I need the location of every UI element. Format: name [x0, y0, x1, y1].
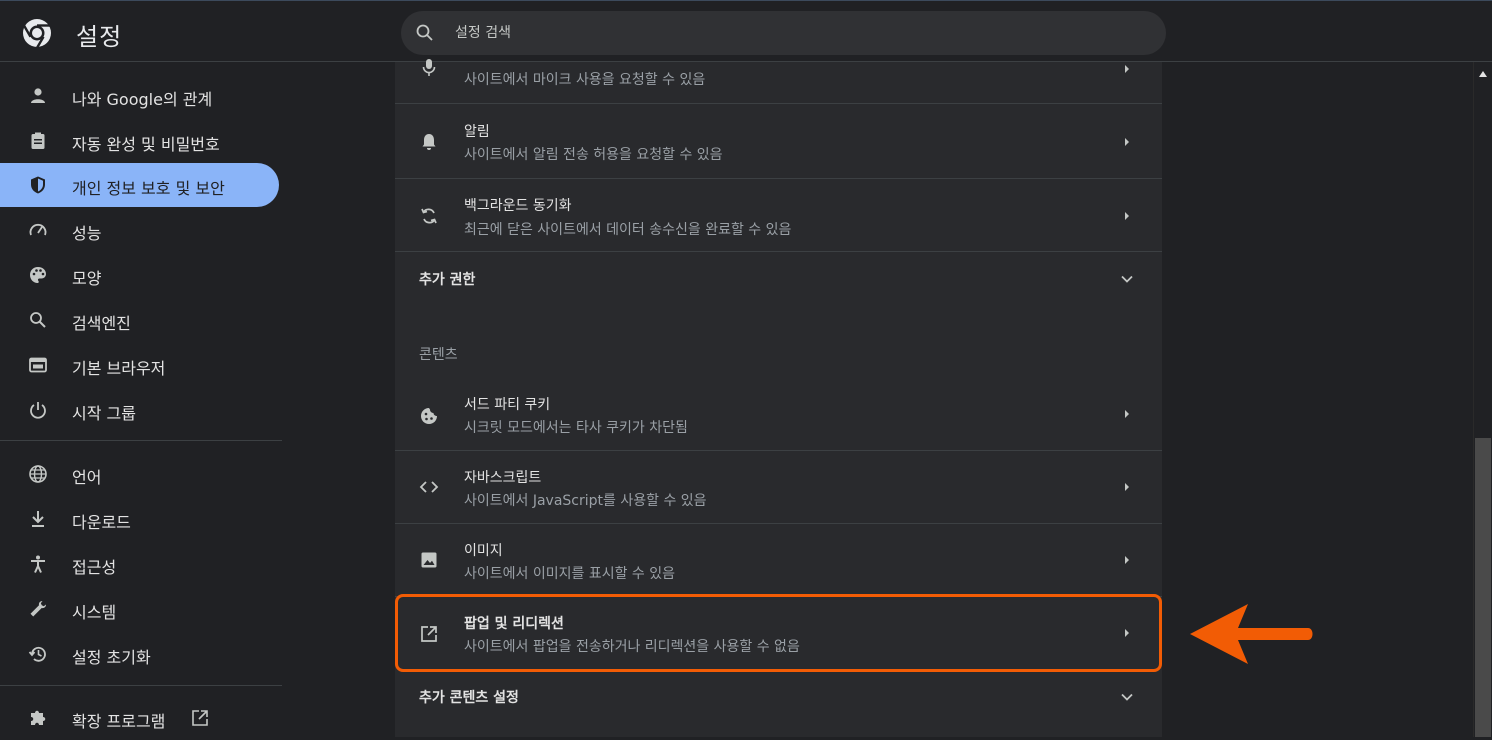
- chrome-logo-icon: [23, 19, 51, 48]
- row-title: 자바스크립트: [464, 470, 542, 486]
- puzzle-icon: [31, 710, 46, 725]
- microphone-icon: [422, 59, 436, 76]
- chevron-down-icon: [1121, 693, 1133, 701]
- sidebar-item-label: 모양: [72, 269, 102, 288]
- row-title: 서드 파티 쿠키: [464, 397, 551, 413]
- row-subtitle: 시크릿 모드에서는 타사 쿠키가 차단됨: [464, 420, 688, 436]
- sidebar-item-label: 접근성: [72, 558, 117, 577]
- chevron-right-icon: [1125, 483, 1129, 491]
- search-input[interactable]: [453, 21, 1137, 45]
- microphone-row[interactable]: 사이트에서 마이크 사용을 요청할 수 있음: [395, 50, 1162, 104]
- additional-content-settings-label: 추가 콘텐츠 설정: [419, 690, 519, 706]
- code-icon: [419, 481, 439, 493]
- sidebar-item-label: 검색엔진: [72, 314, 131, 333]
- sidebar-item-extensions[interactable]: 확장 프로그램: [0, 696, 279, 740]
- globe-icon: [29, 465, 47, 483]
- sidebar: 나와 Google의 관계 자동 완성 및 비밀번호 개인 정보 보호 및 보안…: [0, 62, 282, 737]
- sidebar-item-performance[interactable]: 성능: [0, 208, 279, 252]
- additional-permissions-expander[interactable]: 추가 권한: [395, 252, 1162, 308]
- wrench-icon: [30, 601, 46, 617]
- power-icon: [30, 402, 46, 419]
- row-subtitle: 사이트에서 이미지를 표시할 수 있음: [464, 566, 675, 582]
- additional-content-settings-expander[interactable]: 추가 콘텐츠 설정: [395, 670, 1162, 730]
- sidebar-item-label: 설정 초기화: [72, 648, 151, 667]
- scrollbar-thumb[interactable]: [1475, 438, 1491, 737]
- sidebar-divider: [0, 685, 282, 686]
- person-icon: [31, 88, 45, 103]
- row-subtitle: 사이트에서 알림 전송 허용을 요청할 수 있음: [464, 147, 723, 163]
- sidebar-item-default-browser[interactable]: 기본 브라우저: [0, 343, 279, 387]
- chevron-right-icon: [1125, 212, 1129, 220]
- sidebar-item-label: 확장 프로그램: [72, 712, 166, 731]
- clipboard-icon: [31, 132, 45, 149]
- sidebar-item-label: 성능: [72, 224, 102, 243]
- search-icon: [416, 24, 433, 41]
- sidebar-item-label: 다운로드: [72, 513, 131, 532]
- image-icon: [421, 552, 437, 568]
- sidebar-item-label: 기본 브라우저: [72, 359, 166, 378]
- sidebar-item-on-startup[interactable]: 시작 그룹: [0, 388, 279, 432]
- sidebar-item-search-engine[interactable]: 검색엔진: [0, 298, 279, 342]
- sidebar-item-appearance[interactable]: 모양: [0, 253, 279, 297]
- sidebar-item-label: 나와 Google의 관계: [72, 90, 213, 109]
- sidebar-item-languages[interactable]: 언어: [0, 452, 279, 496]
- chevron-right-icon: [1125, 138, 1129, 146]
- shield-icon: [31, 176, 45, 194]
- sidebar-item-downloads[interactable]: 다운로드: [0, 497, 279, 541]
- sidebar-divider: [0, 440, 282, 441]
- open-in-new-icon: [192, 710, 208, 726]
- sidebar-item-privacy-security[interactable]: 개인 정보 보호 및 보안: [0, 163, 279, 207]
- sidebar-item-label: 자동 완성 및 비밀번호: [72, 135, 220, 154]
- search-box[interactable]: [401, 11, 1166, 55]
- sidebar-item-autofill[interactable]: 자동 완성 및 비밀번호: [0, 119, 279, 163]
- browser-window-icon: [29, 357, 47, 373]
- chevron-right-icon: [1125, 410, 1129, 418]
- scrollbar[interactable]: [1473, 62, 1492, 737]
- bell-icon: [422, 134, 436, 150]
- sidebar-item-reset-settings[interactable]: 설정 초기화: [0, 632, 279, 676]
- background-sync-row[interactable]: 백그라운드 동기화 최근에 닫은 사이트에서 데이터 송수신을 완료할 수 있음: [395, 179, 1162, 252]
- chevron-right-icon: [1125, 556, 1129, 564]
- sidebar-item-label: 시작 그룹: [72, 404, 136, 423]
- third-party-cookies-row[interactable]: 서드 파티 쿠키 시크릿 모드에서는 타사 쿠키가 차단됨: [395, 378, 1162, 451]
- sidebar-item-label: 언어: [72, 468, 102, 487]
- notifications-row[interactable]: 알림 사이트에서 알림 전송 허용을 요청할 수 있음: [395, 104, 1162, 179]
- cookie-icon: [421, 408, 437, 424]
- sidebar-item-label: 개인 정보 보호 및 보안: [72, 179, 225, 198]
- arrow-left-icon: [1190, 604, 1313, 664]
- download-icon: [32, 511, 44, 527]
- sidebar-item-accessibility[interactable]: 접근성: [0, 542, 279, 586]
- sync-icon: [421, 208, 437, 224]
- palette-icon: [30, 267, 46, 283]
- history-icon: [28, 646, 46, 662]
- javascript-row[interactable]: 자바스크립트 사이트에서 JavaScript를 사용할 수 있음: [395, 451, 1162, 524]
- speedometer-icon: [29, 223, 47, 236]
- row-subtitle: 사이트에서 JavaScript를 사용할 수 있음: [464, 493, 707, 509]
- chevron-right-icon: [1125, 65, 1129, 73]
- row-title: 이미지: [464, 543, 503, 559]
- page-title: 설정: [76, 23, 123, 51]
- sidebar-item-you-and-google[interactable]: 나와 Google의 관계: [0, 74, 279, 118]
- row-title: 백그라운드 동기화: [464, 198, 572, 214]
- search-icon: [30, 312, 46, 328]
- highlight-box: [395, 594, 1162, 672]
- row-subtitle: 최근에 닫은 사이트에서 데이터 송수신을 완료할 수 있음: [464, 222, 792, 238]
- row-subtitle: 사이트에서 마이크 사용을 요청할 수 있음: [464, 72, 706, 88]
- content-section-label: 콘텐츠: [419, 347, 458, 363]
- additional-permissions-label: 추가 권한: [419, 272, 476, 288]
- accessibility-icon: [31, 555, 45, 573]
- scroll-up-icon[interactable]: [1478, 70, 1488, 78]
- images-row[interactable]: 이미지 사이트에서 이미지를 표시할 수 있음: [395, 524, 1162, 597]
- chevron-down-icon: [1121, 275, 1133, 283]
- sidebar-item-system[interactable]: 시스템: [0, 587, 279, 631]
- sidebar-item-label: 시스템: [72, 603, 117, 622]
- row-title: 알림: [464, 124, 490, 140]
